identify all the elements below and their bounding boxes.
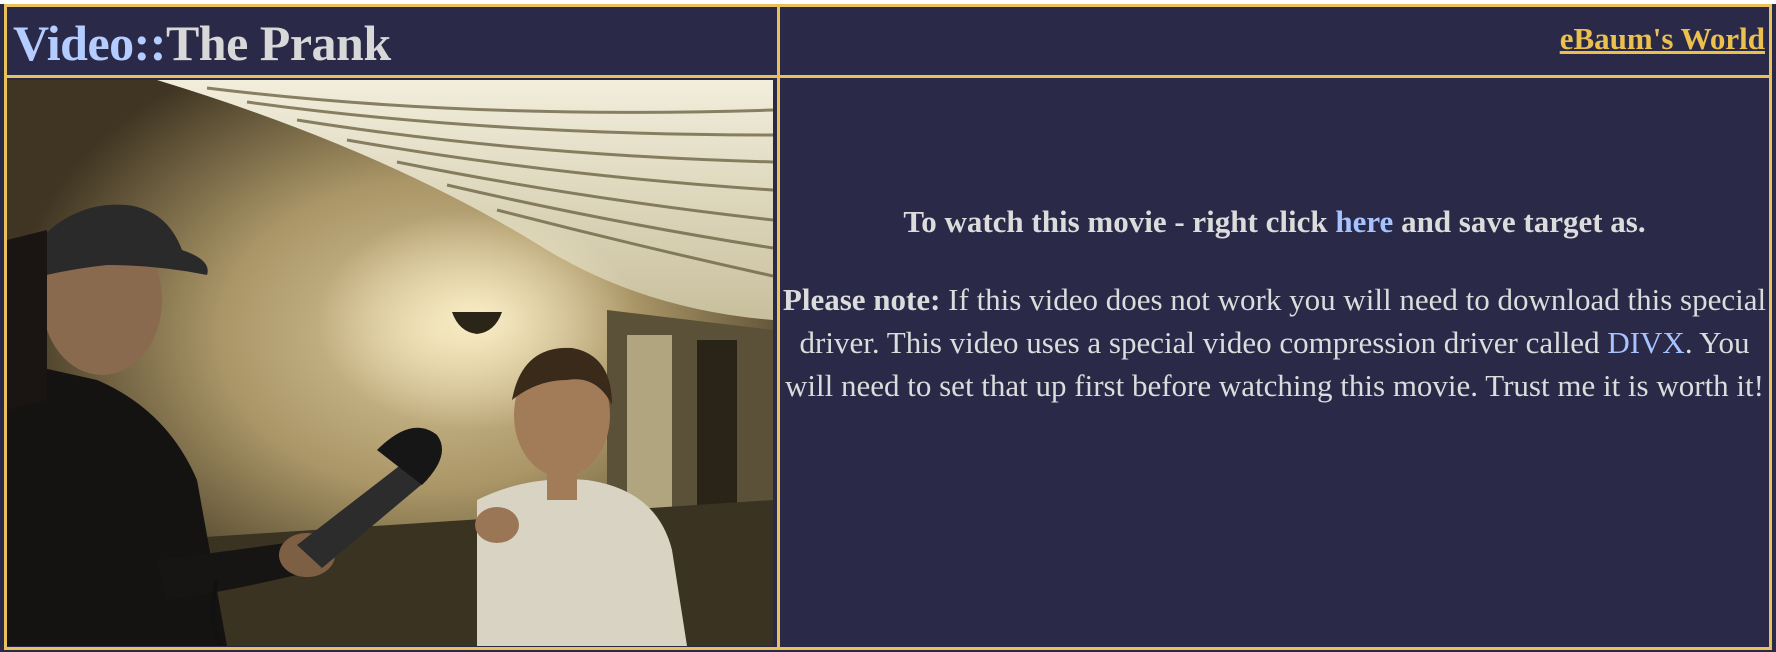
- video-still-image: [7, 80, 773, 646]
- video-thumbnail: [7, 80, 773, 646]
- here-link[interactable]: here: [1335, 204, 1393, 239]
- page: Video::The Prank eBaum's World To watch …: [0, 0, 1776, 652]
- title-cell: Video::The Prank: [4, 4, 780, 78]
- watch-pre: To watch this movie - right click: [903, 204, 1336, 239]
- title-prefix: Video::: [13, 15, 166, 71]
- divx-link[interactable]: DIVX: [1607, 325, 1685, 360]
- instructions: To watch this movie - right click here a…: [779, 200, 1770, 407]
- watch-post: and save target as.: [1393, 204, 1646, 239]
- watch-instruction: To watch this movie - right click here a…: [779, 200, 1770, 244]
- page-title: Video::The Prank: [13, 13, 391, 73]
- title-main: The Prank: [165, 15, 391, 71]
- brand-cell: eBaum's World: [777, 4, 1772, 78]
- driver-note: Please note: If this video does not work…: [779, 278, 1770, 407]
- note-label: Please note:: [782, 282, 941, 317]
- ebaums-world-link[interactable]: eBaum's World: [1560, 21, 1765, 57]
